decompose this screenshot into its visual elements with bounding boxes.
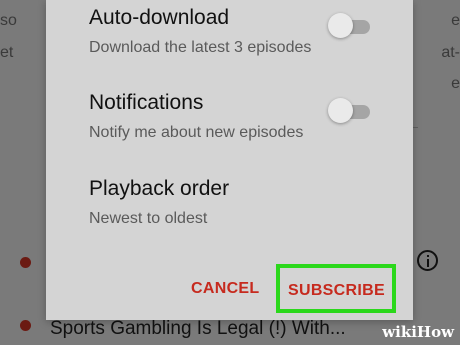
- background-text: at-: [441, 44, 460, 61]
- auto-download-title: Auto-download: [89, 6, 230, 29]
- notifications-title: Notifications: [89, 91, 204, 114]
- toggle-knob: [328, 13, 353, 38]
- unplayed-dot-icon: [20, 320, 31, 331]
- episode-title: Sports Gambling Is Legal (!) With...: [50, 318, 346, 339]
- playback-order-value: Newest to oldest: [89, 210, 208, 227]
- unplayed-dot-icon: [20, 257, 31, 268]
- notifications-setting[interactable]: Notifications Notify me about new episod…: [89, 91, 303, 143]
- toggle-knob: [328, 98, 353, 123]
- subscribe-dialog: Auto-download Download the latest 3 epis…: [46, 0, 413, 320]
- watermark-logo: wikiHow: [382, 323, 454, 341]
- cancel-button[interactable]: CANCEL: [191, 280, 259, 298]
- playback-order-title: Playback order: [89, 177, 230, 200]
- playback-order-setting[interactable]: Playback order Newest to oldest: [89, 177, 229, 229]
- notifications-toggle[interactable]: [328, 96, 370, 124]
- background-text: so: [0, 12, 17, 29]
- auto-download-subtitle: Download the latest 3 episodes: [89, 39, 312, 56]
- auto-download-toggle[interactable]: [328, 11, 370, 39]
- auto-download-setting[interactable]: Auto-download Download the latest 3 epis…: [89, 6, 311, 58]
- info-icon[interactable]: [417, 250, 438, 271]
- subscribe-button[interactable]: SUBSCRIBE: [288, 282, 385, 300]
- background-text: e: [451, 12, 460, 29]
- subscribe-highlight: SUBSCRIBE: [276, 264, 396, 313]
- notifications-subtitle: Notify me about new episodes: [89, 124, 304, 141]
- background-text: et: [0, 44, 14, 61]
- background-text: e: [451, 75, 460, 92]
